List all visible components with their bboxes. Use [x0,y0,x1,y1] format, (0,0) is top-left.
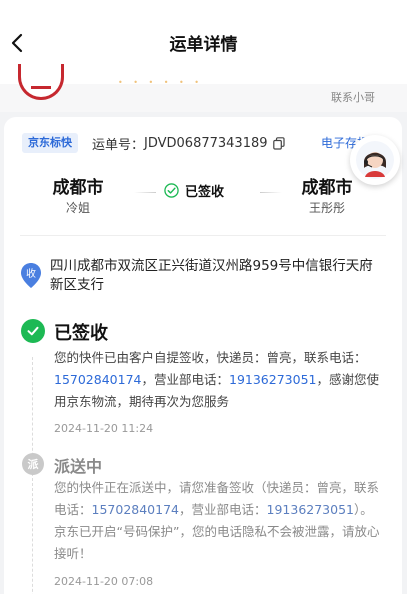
delivering-status-icon: 派 [22,453,44,475]
timeline-time-delivering: 2024-11-20 07:08 [54,575,154,588]
timeline-connector [32,357,33,594]
receiver-address: 四川成都市双流区正兴街道汉州路959号中信银行天府新区支行 [50,258,373,293]
courier-phone-link[interactable]: 15702840174 [92,502,179,517]
waybill-label: 运单号： [92,138,145,153]
branch-phone-link[interactable]: 19136273051 [229,372,316,387]
copy-icon[interactable] [272,137,285,150]
courier-phone-link[interactable]: 15702840174 [54,372,141,387]
timeline-time-signed: 2024-11-20 11:24 [54,422,154,435]
delivery-status-label: 已签收 [185,185,225,200]
branch-phone-link[interactable]: 19136273051 [267,502,354,517]
timeline-text-signed: 您的快件已由客户自提签收，快递员：曾亮，联系电话：15702840174，营业部… [54,350,379,409]
from-city: 成都市 [52,178,104,198]
customer-service-avatar[interactable] [350,135,400,185]
location-pin-icon: 收 [20,262,42,289]
contact-courier-link[interactable]: 联系小哥 [331,89,375,105]
waybill-row: 运单号： JDVD06877343189 [92,134,285,153]
timeline-title-delivering: 派送中 [54,457,103,476]
check-circle-icon [164,183,179,198]
sender-name: 冷姐 [65,201,90,215]
timeline-title-signed: 已签收 [54,323,108,344]
rating-stars-decor: • • • • • • [118,78,204,87]
route-summary: 成都市 冷姐 已签收 成都市 王彤彤 [4,173,402,223]
svg-text:收: 收 [26,267,36,280]
divider [20,235,386,236]
delivery-status: 已签收 [164,181,224,200]
timeline-text-delivering: 您的快件正在派送中，请您准备签收（快递员：曾亮，联系电话：15702840174… [54,480,380,561]
service-badge: 京东标快 [22,133,78,153]
receiver-name: 王彤彤 [308,201,345,215]
waybill-number: JDVD06877343189 [144,136,268,151]
page-title: 运单详情 [169,35,238,55]
signed-status-icon [21,319,45,343]
waybill-card: 京东标快 运单号： JDVD06877343189 电子存根 成都市 冷姐 已签… [4,117,402,594]
